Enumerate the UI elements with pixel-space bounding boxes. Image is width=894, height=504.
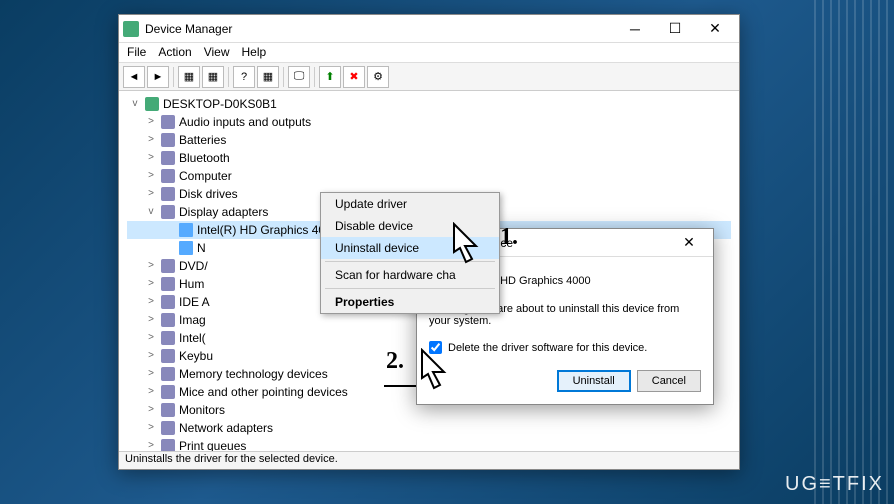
tree-item[interactable]: >Computer xyxy=(127,167,731,185)
toolbar-back-button[interactable]: ◄ xyxy=(123,66,145,88)
ctx-disable-device[interactable]: Disable device xyxy=(321,215,499,237)
menu-file[interactable]: File xyxy=(127,45,146,60)
delete-driver-checkbox[interactable] xyxy=(429,341,442,354)
context-menu: Update driver Disable device Uninstall d… xyxy=(320,192,500,314)
ctx-properties[interactable]: Properties xyxy=(321,291,499,313)
toolbar-uninstall-button[interactable]: ✖ xyxy=(343,66,365,88)
toolbar-help-button[interactable]: ? xyxy=(233,66,255,88)
minimize-button[interactable]: ─ xyxy=(615,17,655,41)
tree-item[interactable]: >Print queues xyxy=(127,437,731,451)
menu-view[interactable]: View xyxy=(204,45,230,60)
status-text: Uninstalls the driver for the selected d… xyxy=(125,453,338,465)
annotation-2: 2. xyxy=(386,348,404,375)
toolbar-btn[interactable]: 🖵 xyxy=(288,66,310,88)
menu-action[interactable]: Action xyxy=(158,45,191,60)
menubar: File Action View Help xyxy=(119,43,739,63)
toolbar-btn[interactable]: ▦ xyxy=(178,66,200,88)
dialog-close-button[interactable]: ✕ xyxy=(669,231,709,255)
tree-root[interactable]: v DESKTOP-D0KS0B1 xyxy=(127,95,731,113)
menu-help[interactable]: Help xyxy=(242,45,267,60)
ctx-update-driver[interactable]: Update driver xyxy=(321,193,499,215)
close-button[interactable]: ✕ xyxy=(695,17,735,41)
toolbar-scan-button[interactable]: ⬆ xyxy=(319,66,341,88)
maximize-button[interactable]: ☐ xyxy=(655,17,695,41)
background-decoration xyxy=(814,0,894,504)
app-icon xyxy=(123,21,139,37)
toolbar-btn[interactable]: ▦ xyxy=(257,66,279,88)
uninstall-button[interactable]: Uninstall xyxy=(557,370,631,392)
tree-root-label: DESKTOP-D0KS0B1 xyxy=(163,95,277,113)
tree-item[interactable]: >Bluetooth xyxy=(127,149,731,167)
toolbar-btn[interactable]: ▦ xyxy=(202,66,224,88)
annotation-1: 1. xyxy=(500,224,518,251)
delete-driver-label: Delete the driver software for this devi… xyxy=(448,342,647,354)
cancel-button[interactable]: Cancel xyxy=(637,370,701,392)
statusbar: Uninstalls the driver for the selected d… xyxy=(119,451,739,469)
tree-item[interactable]: >Network adapters xyxy=(127,419,731,437)
toolbar: ◄ ► ▦ ▦ ? ▦ 🖵 ⬆ ✖ ⚙ xyxy=(119,63,739,91)
tree-item[interactable]: >Batteries xyxy=(127,131,731,149)
ctx-uninstall-device[interactable]: Uninstall device xyxy=(321,237,499,259)
toolbar-forward-button[interactable]: ► xyxy=(147,66,169,88)
toolbar-btn[interactable]: ⚙ xyxy=(367,66,389,88)
ctx-scan-hardware[interactable]: Scan for hardware cha xyxy=(321,264,499,286)
tree-item[interactable]: >Audio inputs and outputs xyxy=(127,113,731,131)
titlebar: Device Manager ─ ☐ ✕ xyxy=(119,15,739,43)
watermark: UG≡TFIX xyxy=(785,473,884,496)
window-title: Device Manager xyxy=(145,22,615,36)
